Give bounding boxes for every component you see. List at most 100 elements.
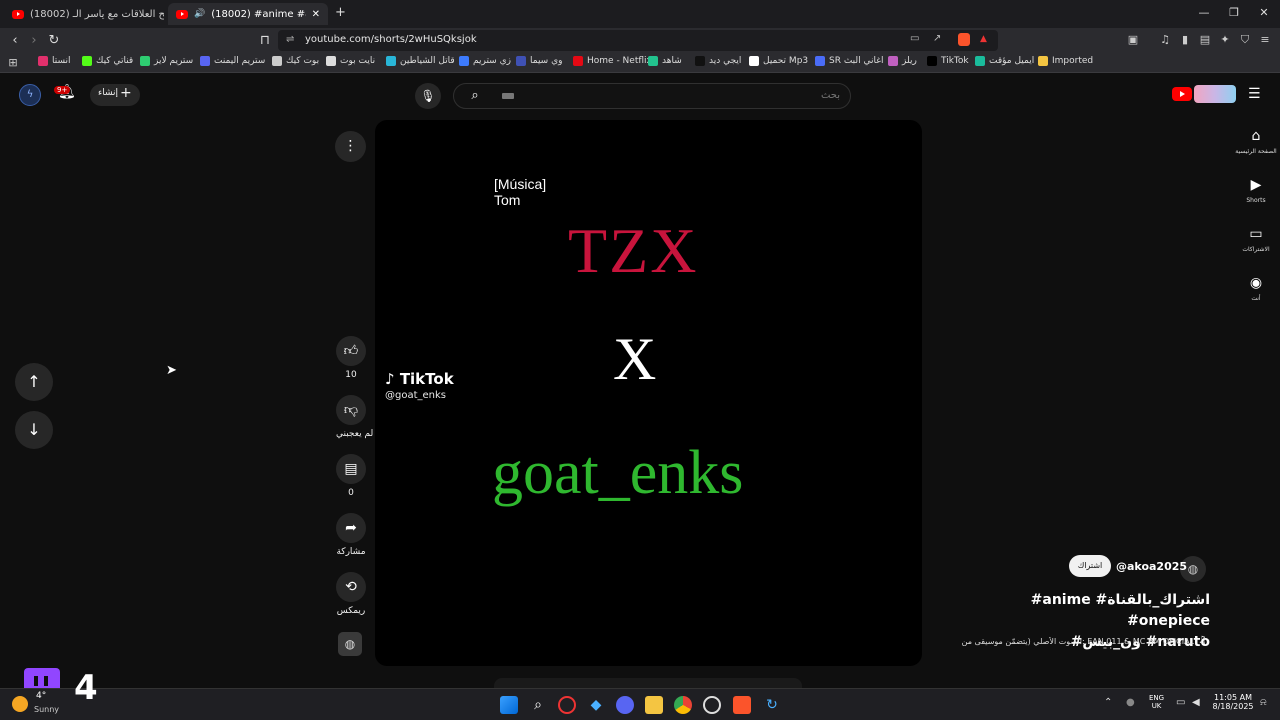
remix-icon[interactable]: ⟲: [336, 572, 366, 602]
tray-expand-icon[interactable]: ⌃: [1104, 697, 1112, 708]
site-settings-icon[interactable]: ⇌: [286, 34, 294, 45]
media-icon[interactable]: ♫: [1157, 32, 1173, 48]
dislike-action[interactable]: 👎︎ لم يعجبني: [336, 395, 373, 439]
menu-icon[interactable]: ≡: [1257, 32, 1273, 48]
bookmark-item[interactable]: زي ستريم: [459, 56, 511, 66]
brave-rewards-icon[interactable]: ▲: [980, 34, 987, 44]
bookmark-item[interactable]: شاهد: [648, 56, 682, 66]
cast-icon[interactable]: ▭: [910, 33, 919, 44]
clock-date: 8/18/2025: [1212, 702, 1254, 711]
subscribe-button[interactable]: اشتراك: [1069, 555, 1111, 577]
sidebar-icon[interactable]: ▣: [1125, 32, 1141, 48]
bookmark-item[interactable]: ايميل مؤقت: [975, 56, 1034, 66]
dislike-icon[interactable]: 👎︎: [336, 395, 366, 425]
search-icon[interactable]: ⌕: [529, 696, 547, 714]
new-tab-button[interactable]: +: [335, 5, 346, 20]
youtube-play-icon: [1180, 91, 1185, 97]
file-explorer-icon[interactable]: [645, 696, 663, 714]
like-icon[interactable]: 👍︎: [336, 336, 366, 366]
forward-button[interactable]: ›: [25, 32, 43, 50]
next-video-button[interactable]: ↓: [15, 411, 53, 449]
keyboard-icon[interactable]: [502, 93, 514, 99]
comments-action[interactable]: ▤ 0: [336, 454, 366, 498]
bookmark-item[interactable]: ايجي ديد: [695, 56, 741, 66]
nav-home[interactable]: ⌂ الصفحة الرئيسية: [1232, 128, 1280, 155]
share-action[interactable]: ➦ مشاركة: [336, 513, 366, 557]
network-icon[interactable]: ▭: [1176, 697, 1185, 708]
bookmark-item[interactable]: بوت كيك: [272, 56, 319, 66]
nav-you[interactable]: ◉ أنت: [1232, 275, 1280, 302]
vpn-icon[interactable]: ⛉: [1237, 32, 1253, 48]
next-short-preview[interactable]: [494, 678, 802, 688]
bookmark-item[interactable]: انستا: [38, 56, 71, 66]
bookmark-item[interactable]: SR اغاني البث: [815, 56, 883, 66]
bookmark-item[interactable]: ستريم اليمنت: [200, 56, 265, 66]
avatar[interactable]: ϟ: [19, 84, 41, 106]
search-icon[interactable]: ⌕: [462, 83, 488, 109]
restore-button[interactable]: ❐: [1219, 4, 1249, 22]
panel-icon[interactable]: ▮: [1177, 32, 1193, 48]
bookmark-item[interactable]: ستريم لايز: [140, 56, 193, 66]
youtube-doodle-logo[interactable]: [1194, 85, 1236, 103]
bookmark-item[interactable]: تحميل Mp3: [749, 56, 808, 66]
guide-menu-icon[interactable]: ☰: [1248, 86, 1261, 102]
back-button[interactable]: ‹: [6, 32, 24, 50]
weather-label[interactable]: Sunny: [34, 705, 59, 714]
bookmark-item[interactable]: وي سيما: [516, 56, 562, 66]
audio-thumbnail[interactable]: ◍: [338, 632, 362, 656]
youtube-logo[interactable]: [1172, 87, 1192, 101]
language-indicator[interactable]: ENG UK: [1149, 694, 1164, 710]
app-blue-icon[interactable]: ◆: [587, 696, 605, 714]
bookmark-item[interactable]: نايت بوت: [326, 56, 375, 66]
bookmark-favicon-icon: [749, 56, 759, 66]
more-options-icon[interactable]: ⋮: [335, 131, 366, 162]
previous-video-button[interactable]: ↑: [15, 363, 53, 401]
goat-enks-title: goat_enks: [492, 439, 744, 507]
brave-icon[interactable]: [733, 696, 751, 714]
windows-start-icon[interactable]: [500, 696, 518, 714]
close-tab-icon[interactable]: ✕: [312, 9, 320, 20]
bookmark-item[interactable]: قناتي كيك: [82, 56, 133, 66]
bookmark-item[interactable]: ريلز: [888, 56, 917, 66]
audio-attribution[interactable]: الصوت الأصلي (يتضمّن موسيقى من: EAN 011 …: [932, 637, 1194, 646]
app-red-icon[interactable]: [558, 696, 576, 714]
minimize-button[interactable]: —: [1189, 4, 1219, 22]
tab-title: (18002) #anime #اشتراك_بالقناة: [211, 8, 306, 20]
wallet-icon[interactable]: ▤: [1197, 32, 1213, 48]
microphone-icon[interactable]: ●: [1126, 697, 1135, 708]
chrome-icon[interactable]: [674, 696, 692, 714]
apps-grid-icon[interactable]: ⊞: [5, 55, 21, 71]
bookmark-item[interactable]: Home - Netflix: [573, 56, 652, 66]
shorts-video-player[interactable]: [Música] Tom TZX X goat_enks ♪ TikTok @g…: [375, 120, 922, 666]
close-window-button[interactable]: ✕: [1249, 4, 1279, 22]
voice-search-icon[interactable]: 🎙: [415, 83, 441, 109]
comment-icon[interactable]: ▤: [336, 454, 366, 484]
share-arrow-icon[interactable]: ➦: [336, 513, 366, 543]
discord-icon[interactable]: [616, 696, 634, 714]
address-bar[interactable]: ⇌ youtube.com/shorts/2wHuSQksjok ▭ ↗ ▲: [278, 30, 998, 51]
clock[interactable]: 11:05 AM 8/18/2025: [1210, 693, 1256, 711]
search-box[interactable]: بحث: [453, 83, 851, 109]
volume-icon[interactable]: ◀: [1192, 697, 1200, 708]
reload-button[interactable]: ↻: [45, 32, 63, 50]
like-action[interactable]: 👍︎ 10: [336, 336, 366, 380]
app-circle-icon[interactable]: [703, 696, 721, 714]
nav-shorts[interactable]: ▶ Shorts: [1232, 177, 1280, 204]
notifications-icon[interactable]: ⍾: [1260, 697, 1267, 708]
leo-ai-icon[interactable]: ✦: [1217, 32, 1233, 48]
share-icon[interactable]: ↗: [933, 33, 941, 44]
remix-action[interactable]: ⟲ ريمكس: [336, 572, 366, 616]
hashtags-line[interactable]: #anime #اشتراك_بالقناة #onepiece: [960, 590, 1210, 632]
bookmark-icon[interactable]: ⊓: [256, 32, 274, 50]
search-input[interactable]: بحث: [821, 90, 840, 101]
create-button[interactable]: إنشاء +: [90, 84, 140, 106]
bookmark-item[interactable]: TikTok: [927, 56, 969, 66]
channel-handle[interactable]: @akoa2025: [1116, 560, 1187, 573]
bookmark-item[interactable]: Imported: [1038, 56, 1093, 66]
bookmark-item[interactable]: قاتل الشياطين: [386, 56, 455, 66]
tab-active[interactable]: 🔊 (18002) #anime #اشتراك_بالقناة ✕: [168, 3, 328, 25]
app-refresh-icon[interactable]: ↻: [763, 696, 781, 714]
tab-inactive[interactable]: (18002) كيف تنجح العلاقات مع ياسر الـ: [4, 3, 164, 25]
brave-shields-icon[interactable]: [958, 33, 970, 46]
nav-subscriptions[interactable]: ▭ الاشتراكات: [1232, 226, 1280, 253]
